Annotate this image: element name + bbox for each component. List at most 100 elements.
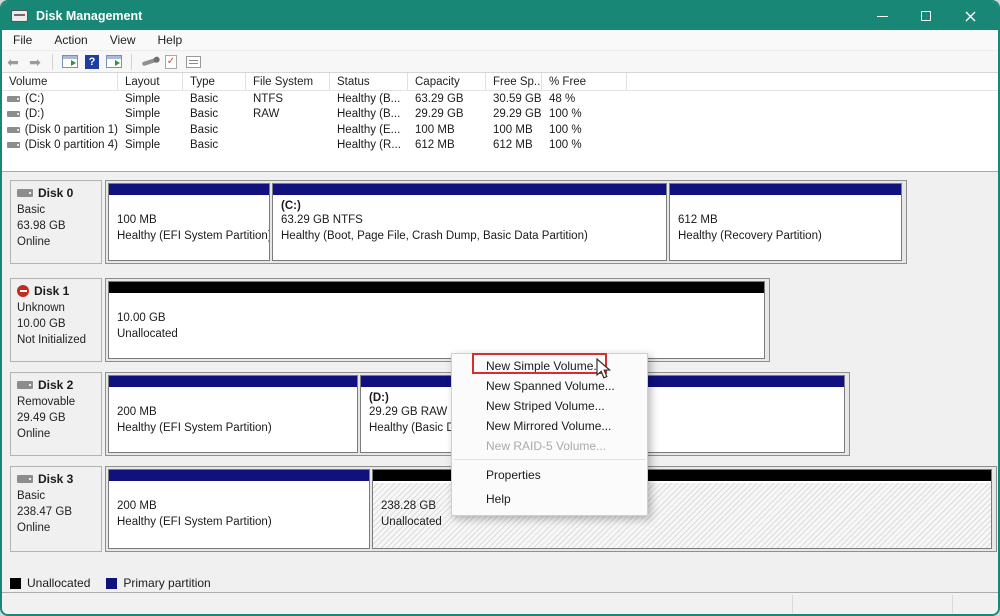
menu-item-new-raid5-volume: New RAID-5 Volume... xyxy=(452,436,647,456)
cell: Healthy (E... xyxy=(330,124,408,136)
properties-icon xyxy=(186,56,201,68)
partition-block[interactable]: 612 MB Healthy (Recovery Partition) xyxy=(669,183,902,261)
check-document-icon: ✓ xyxy=(165,55,177,69)
disk-type: Removable xyxy=(17,394,101,410)
primary-partition-swatch xyxy=(106,578,117,589)
table-row[interactable]: (D:) Simple Basic RAW Healthy (B... 29.2… xyxy=(2,107,998,123)
help-button[interactable]: ? xyxy=(81,52,103,72)
cell: 100 MB xyxy=(408,124,486,136)
cell: Simple xyxy=(118,108,183,120)
partition-block[interactable]: 200 MB Healthy (EFI System Partition) xyxy=(108,375,358,453)
legend: Unallocated Primary partition xyxy=(2,574,998,593)
volume-name: (Disk 0 partition 4) xyxy=(25,139,118,151)
menu-view[interactable]: View xyxy=(99,33,147,47)
cell: Basic xyxy=(183,108,246,120)
volume-icon xyxy=(7,111,20,117)
primary-partition-bar xyxy=(109,470,369,483)
menu-separator xyxy=(454,459,645,460)
partition-size: 200 MB xyxy=(117,404,357,420)
disk-name: Disk 3 xyxy=(38,472,73,486)
table-row[interactable]: (Disk 0 partition 4) Simple Basic Health… xyxy=(2,138,998,154)
disk-icon xyxy=(17,189,33,197)
forward-icon: ➡ xyxy=(29,55,41,69)
partition-status: Healthy (EFI System Partition) xyxy=(117,228,269,244)
back-icon: ⬅ xyxy=(7,55,19,69)
primary-partition-bar xyxy=(670,184,901,197)
column-header[interactable]: % Free xyxy=(542,73,627,90)
back-button[interactable]: ⬅ xyxy=(2,52,24,72)
partition-status: Healthy (Recovery Partition) xyxy=(678,228,901,244)
unallocated-swatch xyxy=(10,578,21,589)
partition-block[interactable]: (C:) 63.29 GB NTFS Healthy (Boot, Page F… xyxy=(272,183,667,261)
wand-icon xyxy=(141,57,157,65)
help-icon: ? xyxy=(85,55,99,69)
toolbar: ⬅ ➡ ? ✓ xyxy=(2,51,998,73)
volume-list-header: Volume Layout Type File System Status Ca… xyxy=(2,73,998,91)
disk0-label[interactable]: Disk 0 Basic 63.98 GB Online xyxy=(10,180,102,264)
rescan-button[interactable] xyxy=(138,52,160,72)
console-tree-button[interactable] xyxy=(59,52,81,72)
disk1-label[interactable]: Disk 1 Unknown 10.00 GB Not Initialized xyxy=(10,278,102,362)
primary-partition-bar xyxy=(109,184,269,197)
cell: Simple xyxy=(118,124,183,136)
partition-block[interactable]: 10.00 GB Unallocated xyxy=(108,281,765,359)
console-window-icon xyxy=(62,55,78,68)
cell: Basic xyxy=(183,124,246,136)
check-disk-button[interactable]: ✓ xyxy=(160,52,182,72)
disk1-strip: 10.00 GB Unallocated xyxy=(105,278,770,362)
column-header[interactable]: Capacity xyxy=(408,73,486,90)
legend-label: Primary partition xyxy=(123,576,210,590)
column-header[interactable]: Status xyxy=(330,73,408,90)
partition-size: 100 MB xyxy=(117,212,269,228)
app-icon xyxy=(11,10,28,22)
column-header[interactable]: File System xyxy=(246,73,330,90)
partition-block[interactable]: 200 MB Healthy (EFI System Partition) xyxy=(108,469,370,549)
cell: Basic xyxy=(183,93,246,105)
cell: 100 MB xyxy=(486,124,542,136)
menu-item-help[interactable]: Help xyxy=(452,487,647,511)
close-button[interactable] xyxy=(948,2,992,30)
menu-file[interactable]: File xyxy=(2,33,43,47)
disk-icon xyxy=(17,381,33,389)
cell: 29.29 GB xyxy=(408,108,486,120)
disk-management-window: Disk Management File Action View Help ⬅ … xyxy=(0,0,1000,616)
column-header[interactable]: Volume xyxy=(2,73,118,90)
menu-item-new-mirrored-volume[interactable]: New Mirrored Volume... xyxy=(452,416,647,436)
partition-block[interactable]: 100 MB Healthy (EFI System Partition) xyxy=(108,183,270,261)
menu-item-new-simple-volume[interactable]: New Simple Volume... xyxy=(452,356,647,376)
disk2-label[interactable]: Disk 2 Removable 29.49 GB Online xyxy=(10,372,102,456)
disk-status: Online xyxy=(17,426,101,442)
disk-status: Not Initialized xyxy=(17,332,101,348)
disk3-label[interactable]: Disk 3 Basic 238.47 GB Online xyxy=(10,466,102,552)
disk0-strip: 100 MB Healthy (EFI System Partition) (C… xyxy=(105,180,907,264)
menu-help[interactable]: Help xyxy=(147,33,194,47)
unallocated-bar xyxy=(109,282,764,295)
context-menu: New Simple Volume... New Spanned Volume.… xyxy=(451,353,648,516)
column-header[interactable]: Free Sp... xyxy=(486,73,542,90)
minimize-button[interactable] xyxy=(860,2,904,30)
maximize-button[interactable] xyxy=(904,2,948,30)
partition-status: Unallocated xyxy=(381,514,991,530)
column-header[interactable]: Type xyxy=(183,73,246,90)
menu-item-properties[interactable]: Properties xyxy=(452,463,647,487)
partition-size: 63.29 GB NTFS xyxy=(281,212,666,228)
menu-action[interactable]: Action xyxy=(43,33,98,47)
menu-item-new-striped-volume[interactable]: New Striped Volume... xyxy=(452,396,647,416)
table-row[interactable]: (C:) Simple Basic NTFS Healthy (B... 63.… xyxy=(2,91,998,107)
forward-button[interactable]: ➡ xyxy=(24,52,46,72)
menu-item-new-spanned-volume[interactable]: New Spanned Volume... xyxy=(452,376,647,396)
toolbar-separator xyxy=(52,54,53,70)
table-row[interactable]: (Disk 0 partition 1) Simple Basic Health… xyxy=(2,122,998,138)
footer-divider xyxy=(952,595,953,613)
column-header[interactable]: Layout xyxy=(118,73,183,90)
menu-bar: File Action View Help xyxy=(2,30,998,51)
volume-icon xyxy=(7,142,20,148)
window-title: Disk Management xyxy=(36,9,142,23)
cell: Healthy (B... xyxy=(330,108,408,120)
legend-label: Unallocated xyxy=(27,576,90,590)
action-pane-button[interactable] xyxy=(103,52,125,72)
cell: NTFS xyxy=(246,93,330,105)
disk-name: Disk 0 xyxy=(38,186,73,200)
properties-button[interactable] xyxy=(182,52,204,72)
disk-type: Unknown xyxy=(17,300,101,316)
